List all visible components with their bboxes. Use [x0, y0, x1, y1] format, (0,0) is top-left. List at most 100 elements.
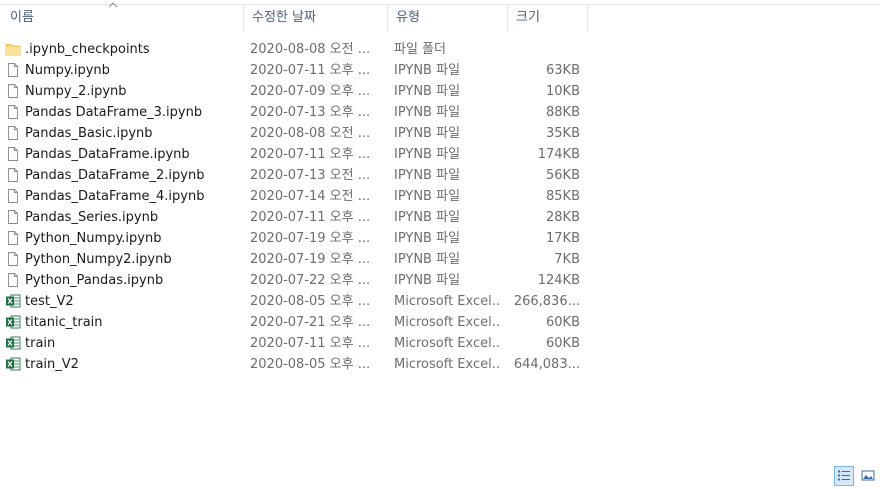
- file-name: Pandas_DataFrame.ipynb: [25, 147, 190, 162]
- file-name: Numpy.ipynb: [25, 63, 110, 78]
- file-modified-date: 2020-07-09 오후 ...: [250, 84, 371, 99]
- file-name: Numpy_2.ipynb: [25, 84, 127, 99]
- file-type: IPYNB 파일: [394, 231, 461, 246]
- file-modified-date: 2020-07-11 오후 ...: [250, 147, 371, 162]
- file-modified-date: 2020-07-19 오후 ...: [250, 231, 371, 246]
- file-modified-date: 2020-07-11 오후 ...: [250, 63, 371, 78]
- excel-icon: [5, 354, 21, 375]
- file-list: .ipynb_checkpoints 2020-08-08 오전 ... 파일 폴더…: [0, 39, 600, 375]
- details-view-icon: [838, 470, 850, 481]
- file-name: Python_Pandas.ipynb: [25, 273, 164, 288]
- folder-icon: [5, 39, 21, 60]
- file-modified-date: 2020-08-05 오후 ...: [250, 294, 371, 309]
- file-name: Pandas DataFrame_3.ipynb: [25, 105, 203, 120]
- file-size: 85KB: [546, 189, 580, 204]
- file-row[interactable]: Pandas_Series.ipynb 2020-07-11 오후 ... IPYN…: [0, 207, 600, 228]
- file-size: 60KB: [546, 336, 580, 351]
- file-modified-date: 2020-07-21 오후 ...: [250, 315, 371, 330]
- file-size: 266,836...: [513, 294, 580, 309]
- file-modified-date: 2020-08-05 오후 ...: [250, 357, 371, 372]
- file-type: IPYNB 파일: [394, 126, 461, 141]
- file-type: 파일 폴더: [394, 42, 446, 57]
- file-size: 17KB: [546, 231, 580, 246]
- file-row[interactable]: Numpy.ipynb 2020-07-11 오후 ... IPYNB 파일 63KB: [0, 60, 600, 81]
- file-icon: [5, 207, 21, 228]
- file-type: Microsoft Excel...: [394, 294, 500, 309]
- file-size: 124KB: [537, 273, 580, 288]
- column-header-date[interactable]: 수정한 날짜: [244, 4, 388, 32]
- file-type: IPYNB 파일: [394, 105, 461, 120]
- file-row[interactable]: train_V2 2020-08-05 오후 ... Microsoft Excel…: [0, 354, 600, 375]
- file-type: IPYNB 파일: [394, 168, 461, 183]
- file-size: [508, 39, 580, 60]
- file-icon: [5, 123, 21, 144]
- file-type: IPYNB 파일: [394, 210, 461, 225]
- file-name: Pandas_Basic.ipynb: [25, 126, 153, 141]
- file-name: Pandas_Series.ipynb: [25, 210, 159, 225]
- file-modified-date: 2020-07-19 오후 ...: [250, 252, 371, 267]
- file-row[interactable]: Python_Numpy.ipynb 2020-07-19 오후 ... IPYNB…: [0, 228, 600, 249]
- file-row[interactable]: Pandas DataFrame_3.ipynb 2020-07-13 오후 ..…: [0, 102, 600, 123]
- file-modified-date: 2020-07-14 오전 ...: [250, 189, 371, 204]
- file-name: train_V2: [25, 357, 79, 372]
- excel-icon: [5, 312, 21, 333]
- file-size: 56KB: [546, 168, 580, 183]
- file-type: IPYNB 파일: [394, 252, 461, 267]
- file-row[interactable]: titanic_train 2020-07-21 오후 ... Microsoft …: [0, 312, 600, 333]
- file-type: Microsoft Excel...: [394, 336, 500, 351]
- file-row[interactable]: Pandas_DataFrame_4.ipynb 2020-07-14 오전 ..…: [0, 186, 600, 207]
- file-modified-date: 2020-07-13 오후 ...: [250, 105, 371, 120]
- file-row[interactable]: Python_Numpy2.ipynb 2020-07-19 오후 ... IPYN…: [0, 249, 600, 270]
- column-header-date-label: 수정한 날짜: [252, 10, 316, 25]
- file-type: Microsoft Excel...: [394, 315, 500, 330]
- file-type: IPYNB 파일: [394, 147, 461, 162]
- file-name: Pandas_DataFrame_2.ipynb: [25, 168, 205, 183]
- file-modified-date: 2020-07-22 오후 ...: [250, 273, 371, 288]
- file-type: Microsoft Excel...: [394, 357, 500, 372]
- file-size: 60KB: [546, 315, 580, 330]
- file-name: .ipynb_checkpoints: [25, 42, 150, 57]
- large-icons-view-button[interactable]: [858, 466, 878, 486]
- file-row[interactable]: Pandas_DataFrame_2.ipynb 2020-07-13 오전 ..…: [0, 165, 600, 186]
- file-row[interactable]: Pandas_DataFrame.ipynb 2020-07-11 오후 ... I…: [0, 144, 600, 165]
- file-row[interactable]: Numpy_2.ipynb 2020-07-09 오후 ... IPYNB 파일 10…: [0, 81, 600, 102]
- file-modified-date: 2020-07-11 오후 ...: [250, 210, 371, 225]
- file-size: 644,083...: [513, 357, 580, 372]
- file-type: IPYNB 파일: [394, 84, 461, 99]
- file-row[interactable]: test_V2 2020-08-05 오후 ... Microsoft Excel.…: [0, 291, 600, 312]
- file-icon: [5, 228, 21, 249]
- file-icon: [5, 102, 21, 123]
- column-header-size-label: 크기: [516, 10, 540, 25]
- file-icon: [5, 81, 21, 102]
- file-row[interactable]: Pandas_Basic.ipynb 2020-08-08 오전 ... IPYNB…: [0, 123, 600, 144]
- file-modified-date: 2020-08-08 오전 ...: [250, 42, 371, 57]
- file-size: 28KB: [546, 210, 580, 225]
- excel-icon: [5, 333, 21, 354]
- column-header-type-label: 유형: [396, 10, 420, 25]
- file-size: 35KB: [546, 126, 580, 141]
- file-name: titanic_train: [25, 315, 103, 330]
- file-name: train: [25, 336, 56, 351]
- file-icon: [5, 270, 21, 291]
- column-header-name[interactable]: 이름: [0, 2, 244, 32]
- file-name: Python_Numpy.ipynb: [25, 231, 162, 246]
- file-row[interactable]: train 2020-07-11 오후 ... Microsoft Excel...…: [0, 333, 600, 354]
- large-icons-view-icon: [861, 470, 875, 481]
- file-icon: [5, 165, 21, 186]
- file-size: 7KB: [554, 252, 580, 267]
- file-row[interactable]: .ipynb_checkpoints 2020-08-08 오전 ... 파일 폴더: [0, 39, 600, 60]
- file-name: Python_Numpy2.ipynb: [25, 252, 172, 267]
- details-view-button[interactable]: [834, 466, 854, 486]
- file-icon: [5, 186, 21, 207]
- file-icon: [5, 249, 21, 270]
- file-modified-date: 2020-08-08 오전 ...: [250, 126, 371, 141]
- column-header-size[interactable]: 크기: [508, 4, 588, 32]
- file-type: IPYNB 파일: [394, 273, 461, 288]
- file-row[interactable]: Python_Pandas.ipynb 2020-07-22 오후 ... IPYN…: [0, 270, 600, 291]
- sort-ascending-icon: [108, 2, 118, 8]
- column-header-type[interactable]: 유형: [388, 4, 508, 32]
- file-type: IPYNB 파일: [394, 189, 461, 204]
- excel-icon: [5, 291, 21, 312]
- file-type: IPYNB 파일: [394, 63, 461, 78]
- file-modified-date: 2020-07-11 오후 ...: [250, 336, 371, 351]
